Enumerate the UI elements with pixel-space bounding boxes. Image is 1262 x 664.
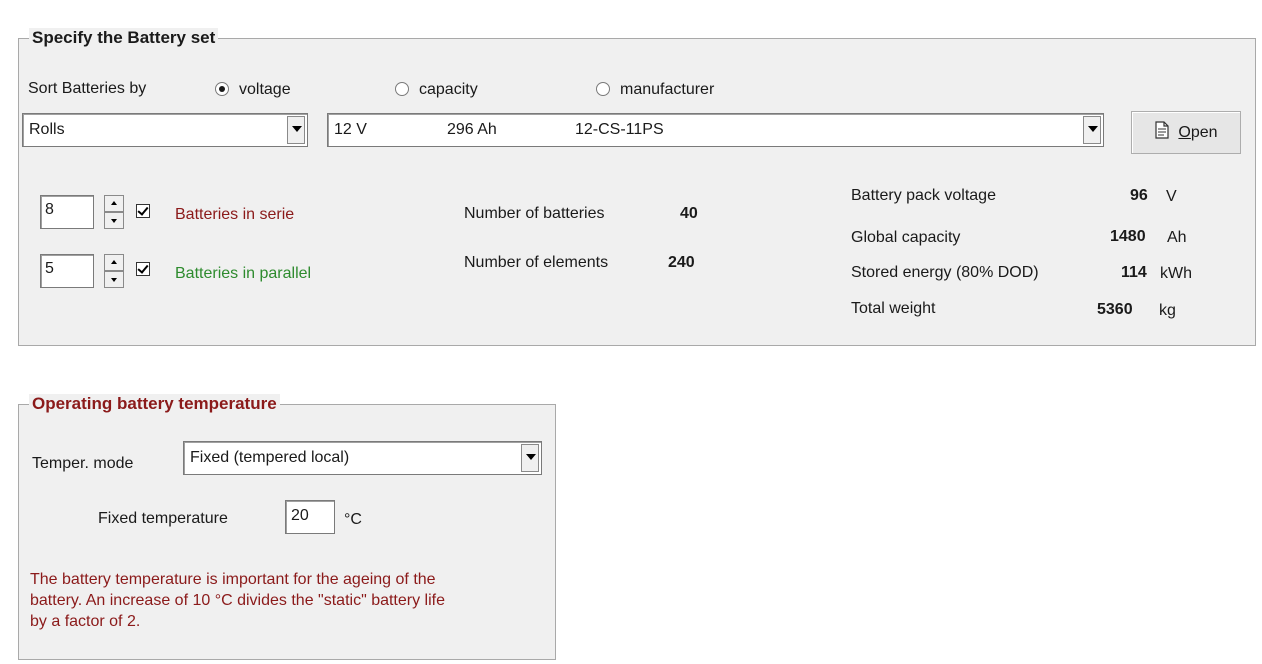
num-elements-label: Number of elements — [464, 254, 609, 271]
total-weight-label: Total weight — [851, 300, 936, 317]
manufacturer-value: Rolls — [29, 121, 65, 138]
parallel-spinner[interactable] — [104, 254, 124, 288]
pack-voltage-label: Battery pack voltage — [851, 187, 996, 204]
parallel-count-value: 5 — [45, 260, 54, 277]
fixed-temperature-value: 20 — [291, 507, 309, 524]
model-capacity: 296 Ah — [447, 121, 497, 138]
parallel-down-icon[interactable] — [104, 271, 124, 288]
total-weight-unit: kg — [1159, 302, 1176, 319]
global-capacity-unit: Ah — [1167, 229, 1187, 246]
open-button-label: Open — [1178, 123, 1218, 141]
temper-mode-select[interactable]: Fixed (tempered local) — [183, 441, 542, 475]
parallel-count-input[interactable]: 5 — [40, 254, 94, 288]
fixed-temperature-unit: °C — [344, 511, 362, 528]
temper-mode-value: Fixed (tempered local) — [190, 449, 350, 466]
temperature-title: Operating battery temperature — [29, 394, 280, 414]
radio-capacity-label[interactable]: capacity — [419, 80, 478, 100]
series-count-value: 8 — [45, 201, 54, 218]
model-select[interactable]: 12 V 296 Ah 12-CS-11PS — [327, 113, 1104, 147]
series-checkbox[interactable] — [136, 204, 150, 218]
radio-capacity-indicator[interactable] — [395, 82, 409, 96]
num-elements-value: 240 — [668, 254, 695, 271]
temperature-note: The battery temperature is important for… — [30, 569, 445, 632]
parallel-checkbox[interactable] — [136, 262, 150, 276]
model-name: 12-CS-11PS — [575, 121, 664, 138]
series-spinner[interactable] — [104, 195, 124, 229]
chevron-down-icon[interactable] — [1083, 116, 1101, 144]
global-capacity-label: Global capacity — [851, 229, 961, 246]
chevron-down-icon[interactable] — [287, 116, 305, 144]
parallel-up-icon[interactable] — [104, 254, 124, 271]
num-batteries-label: Number of batteries — [464, 205, 605, 222]
stored-energy-label: Stored energy (80% DOD) — [851, 264, 1039, 281]
series-down-icon[interactable] — [104, 212, 124, 229]
pack-voltage-unit: V — [1166, 188, 1177, 205]
series-label: Batteries in serie — [175, 206, 295, 223]
temperature-note-line: The battery temperature is important for… — [30, 571, 436, 588]
temper-mode-label: Temper. mode — [32, 455, 134, 472]
series-up-icon[interactable] — [104, 195, 124, 212]
document-icon — [1154, 121, 1170, 144]
radio-manufacturer-indicator[interactable] — [596, 82, 610, 96]
manufacturer-select[interactable]: Rolls — [22, 113, 308, 147]
series-count-input[interactable]: 8 — [40, 195, 94, 229]
temperature-note-line: battery. An increase of 10 °C divides th… — [30, 592, 445, 609]
battery-set-title: Specify the Battery set — [29, 28, 219, 48]
stored-energy-unit: kWh — [1160, 265, 1192, 282]
chevron-down-icon[interactable] — [521, 444, 539, 472]
stored-energy-value: 114 — [1121, 264, 1147, 281]
open-button[interactable]: Open — [1131, 111, 1241, 154]
fixed-temperature-input[interactable]: 20 — [285, 500, 335, 534]
temperature-note-line: by a factor of 2. — [30, 613, 141, 630]
model-voltage: 12 V — [334, 121, 367, 138]
pack-voltage-value: 96 — [1130, 187, 1148, 204]
fixed-temperature-label: Fixed temperature — [98, 510, 228, 527]
radio-voltage-label[interactable]: voltage — [239, 80, 291, 100]
num-batteries-value: 40 — [680, 205, 698, 222]
parallel-label: Batteries in parallel — [175, 265, 312, 282]
radio-voltage-indicator[interactable] — [215, 82, 229, 96]
global-capacity-value: 1480 — [1110, 228, 1146, 245]
radio-manufacturer-label[interactable]: manufacturer — [620, 80, 714, 100]
total-weight-value: 5360 — [1097, 301, 1133, 318]
sort-label: Sort Batteries by — [28, 80, 147, 97]
